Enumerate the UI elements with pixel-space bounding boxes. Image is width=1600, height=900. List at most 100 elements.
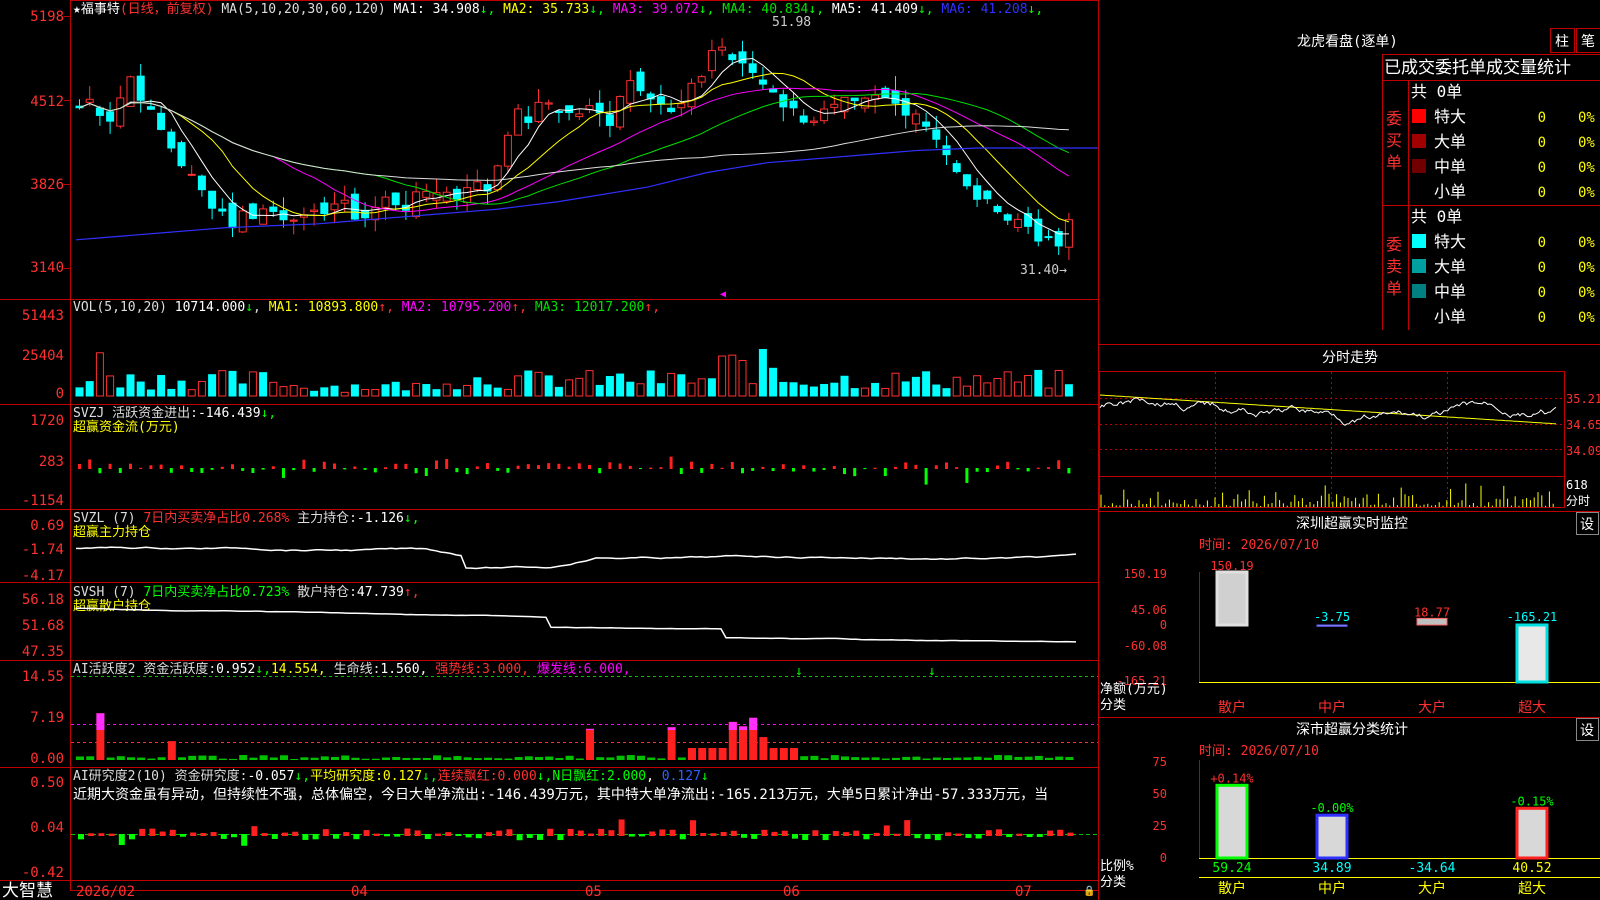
xlabel: 分类 bbox=[1100, 698, 1126, 713]
intraday-vol-label: 618 bbox=[1566, 478, 1588, 492]
lhb-tabs[interactable]: 已成交委托单成交量统计 bbox=[1384, 58, 1571, 78]
axis-tick: 45.06 bbox=[1131, 603, 1167, 617]
volume-bar bbox=[422, 384, 431, 397]
volume-bar bbox=[1064, 384, 1073, 397]
activity-bar bbox=[820, 758, 829, 760]
candle bbox=[697, 76, 706, 83]
category-label: 散户 bbox=[1218, 880, 1246, 897]
candle bbox=[259, 208, 268, 225]
volume-bar bbox=[595, 384, 604, 397]
candle bbox=[524, 116, 533, 123]
volume-bar bbox=[840, 375, 849, 397]
flow-bar bbox=[292, 468, 296, 471]
candle bbox=[636, 71, 645, 92]
trading-screen: 5198 4512 3826 3140 ★福事特(日线，前复权) MA(5,10… bbox=[0, 0, 1600, 900]
volume-bar bbox=[1003, 371, 1012, 397]
volume-bar bbox=[820, 383, 829, 397]
research-bar bbox=[628, 834, 635, 837]
marker-icon: ◀ bbox=[720, 289, 726, 300]
research-bar bbox=[210, 832, 217, 836]
activity-bar bbox=[800, 756, 809, 760]
sz-monitor-bars: 150.19 散户 -3.75 中户 18.77 大户 -165.21 超大 bbox=[1210, 559, 1557, 716]
research-bar bbox=[843, 832, 849, 836]
research-bar bbox=[180, 834, 186, 837]
flow-bar bbox=[679, 468, 683, 474]
svsh-header: SVSH (7) 7日内买卖净占比0.723% 散户持仓:47.739↑, bbox=[73, 584, 420, 600]
activity-bar-top bbox=[96, 713, 105, 730]
candle bbox=[197, 175, 206, 191]
research-bar bbox=[1036, 834, 1043, 837]
candle bbox=[330, 203, 339, 211]
activity-bar bbox=[861, 757, 870, 760]
activity-bar bbox=[871, 757, 880, 760]
research-bar bbox=[679, 834, 686, 840]
activity-bar bbox=[167, 741, 176, 760]
activity-bar bbox=[473, 758, 482, 760]
flow-bar bbox=[1036, 467, 1040, 469]
research-bar bbox=[363, 830, 370, 836]
sell-orders-label: 委卖单 bbox=[1386, 235, 1402, 298]
flow-bar bbox=[220, 466, 224, 469]
candle bbox=[218, 208, 227, 212]
axis-tick: 75 bbox=[1153, 755, 1167, 769]
flow-bar bbox=[149, 465, 153, 469]
category-label: 大户 bbox=[1418, 880, 1446, 897]
flow-bar bbox=[557, 463, 561, 469]
flow-bar bbox=[1057, 460, 1061, 469]
research-bar bbox=[261, 833, 268, 836]
candle bbox=[922, 121, 931, 127]
legend-swatch bbox=[1412, 159, 1426, 173]
order-pct: 0% bbox=[1578, 235, 1595, 251]
ma-value: MA3: 39.072 bbox=[605, 2, 699, 17]
activity-bar bbox=[555, 758, 564, 760]
flow-bar bbox=[516, 465, 520, 469]
ai2-tick: 0.50 bbox=[30, 775, 64, 791]
research-bar bbox=[526, 834, 533, 838]
research-bar bbox=[1006, 834, 1013, 838]
research-bar bbox=[108, 833, 115, 836]
research-bar bbox=[873, 832, 880, 836]
candle bbox=[809, 120, 818, 123]
research-bar bbox=[404, 828, 411, 836]
activity-bar bbox=[86, 756, 95, 760]
svsh-tick: 56.18 bbox=[22, 592, 64, 608]
intraday-title: 分时走势 bbox=[1322, 350, 1378, 366]
activity-bar bbox=[127, 757, 135, 760]
activity-bar bbox=[535, 756, 543, 760]
activity-bar bbox=[361, 758, 370, 760]
research-bar bbox=[832, 830, 839, 836]
ma-value: MA5: 41.409 bbox=[824, 2, 918, 17]
flow-bar bbox=[180, 465, 183, 469]
flow-bar bbox=[261, 468, 265, 470]
flow-bar bbox=[832, 465, 836, 469]
volume-bar bbox=[259, 372, 268, 397]
order-pct: 0% bbox=[1578, 310, 1595, 326]
activity-bar bbox=[371, 758, 380, 760]
research-bar bbox=[231, 834, 237, 838]
activity-bar bbox=[412, 757, 421, 760]
candle bbox=[350, 193, 359, 220]
research-bar bbox=[312, 834, 319, 840]
research-bar bbox=[118, 834, 125, 846]
volume-bar bbox=[452, 389, 461, 397]
lock-icon[interactable]: 🔒 bbox=[1083, 885, 1095, 897]
candle bbox=[626, 80, 635, 104]
research-bar bbox=[802, 834, 809, 841]
activity-bar bbox=[637, 755, 645, 760]
research-bar bbox=[98, 833, 105, 836]
volume-bar bbox=[177, 380, 186, 397]
flow-bar bbox=[690, 461, 693, 469]
candlesticks bbox=[75, 38, 1073, 260]
research-bar bbox=[496, 830, 503, 836]
flow-bar bbox=[302, 459, 306, 469]
activity-bar bbox=[973, 756, 982, 760]
research-bar bbox=[384, 834, 390, 837]
research-bar bbox=[455, 834, 462, 837]
flow-bar bbox=[129, 463, 132, 469]
flow-bar bbox=[924, 468, 928, 485]
candle bbox=[911, 113, 920, 125]
volume-bar bbox=[575, 377, 584, 397]
order-count: 0 bbox=[1538, 285, 1546, 301]
flow-bar bbox=[904, 462, 908, 469]
axis-tick: 50 bbox=[1153, 787, 1167, 801]
